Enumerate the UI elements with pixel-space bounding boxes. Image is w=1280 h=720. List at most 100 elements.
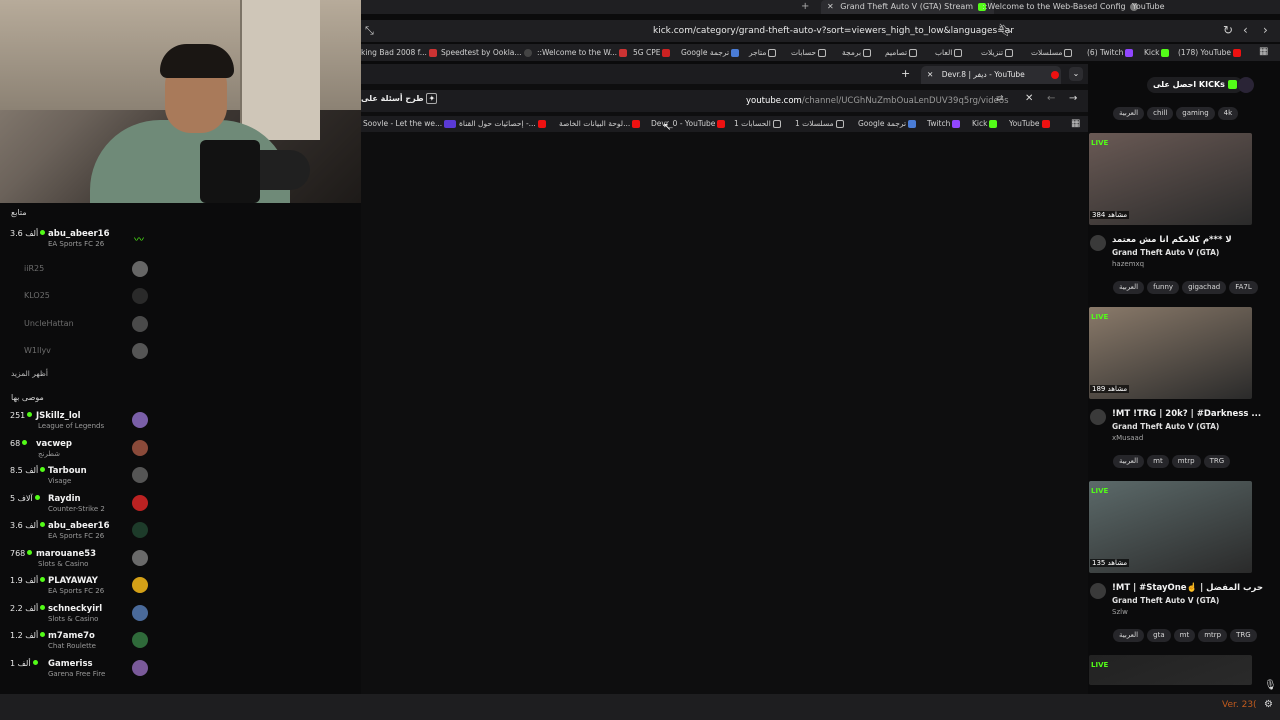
tab-youtube[interactable]: YouTube	[1126, 0, 1171, 14]
bookmark-folder[interactable]: الحسابات 1	[734, 116, 783, 132]
bookmark-item[interactable]: Kick	[1144, 44, 1171, 61]
tab-kick[interactable]: ✕ Grand Theft Auto V (GTA) Stream	[821, 0, 994, 14]
bookmark-item[interactable]: Google ترجمة	[858, 116, 918, 132]
avatar[interactable]	[1090, 583, 1106, 599]
stream-title[interactable]: !MT | #StayOne☝️ | حرب المفضل	[1112, 583, 1263, 593]
close-icon[interactable]: ✕	[1025, 93, 1033, 104]
url-text[interactable]: youtube.com/channel/UCGhNuZmbOuaLenDUV39…	[746, 90, 1009, 112]
bookmark-item[interactable]: إحصائيات حول القناة -...	[459, 116, 548, 132]
url-text[interactable]: kick.com/category/grand-theft-auto-v?sor…	[653, 20, 1014, 42]
bookmark-folder[interactable]: تنزيلات	[981, 44, 1015, 61]
bookmark-folder[interactable]: العاب	[935, 44, 964, 61]
apps-grid-icon[interactable]: ▦	[1071, 118, 1080, 129]
tab-config[interactable]: ::Welcome to the Web-Based Config	[976, 0, 1146, 14]
bookmark-item[interactable]: YouTube	[1009, 116, 1052, 132]
recommended-channel-row[interactable]: 1 ألف Gameriss Garena Free Fire	[0, 657, 150, 683]
tag[interactable]: العربية	[1113, 107, 1145, 120]
forward-arrow-icon[interactable]: →	[1069, 93, 1077, 104]
stream-title[interactable]: لا ***م كلامكم انا مش معتمد	[1112, 235, 1232, 245]
tag[interactable]: 4k	[1217, 107, 1239, 120]
recommended-channel-row[interactable]: 68 vacwep شطرنج	[0, 437, 150, 463]
close-icon[interactable]: ✕	[927, 70, 933, 79]
tag[interactable]: TRG	[1230, 629, 1257, 642]
bookmark-item[interactable]: (178) YouTube	[1178, 44, 1243, 61]
recommended-channel-row[interactable]: 251 JSkillz_lol League of Legends	[0, 409, 150, 435]
offline-channel-row[interactable]: iiR25	[0, 258, 150, 284]
bookmark-item[interactable]: king Bad 2008 f...	[361, 44, 439, 61]
bookmark-folder[interactable]: مسلسلات	[1031, 44, 1074, 61]
stream-title[interactable]: !MT !TRG | 20k? | #Darkness ...	[1112, 409, 1261, 419]
tag[interactable]: العربية	[1113, 455, 1145, 468]
back-arrow-icon[interactable]: ←	[1047, 93, 1055, 104]
ask-button[interactable]: طرح أسئلة على ✦	[361, 93, 438, 104]
bookmark-folder[interactable]: متاجر	[749, 44, 778, 61]
user-avatar[interactable]	[1238, 77, 1254, 93]
tag[interactable]: TRG	[1203, 455, 1231, 468]
bookmark-item[interactable]: Kick	[972, 116, 999, 132]
streamer-name[interactable]: Szlw	[1112, 608, 1128, 616]
recommended-channel-row[interactable]: 8.5 ألف Tarboun Visage	[0, 464, 150, 490]
bookmark-folder[interactable]: برمجة	[842, 44, 873, 61]
site-settings-icon[interactable]: ⇄	[996, 94, 1004, 104]
bookmark-folder[interactable]: مسلسلات 1	[795, 116, 846, 132]
bookmark-item[interactable]: Twitch	[927, 116, 962, 132]
address-bar[interactable]: ⤡ kick.com/category/grand-theft-auto-v?s…	[361, 20, 1280, 42]
settings-icon[interactable]: ⚙	[1264, 699, 1273, 710]
recommended-channel-row[interactable]: 3.6 ألف abu_abeer16 EA Sports FC 26	[0, 519, 150, 545]
tag[interactable]: gta	[1147, 629, 1171, 642]
bookmark-item[interactable]: 5G CPE	[633, 44, 672, 61]
tag[interactable]: mtrp	[1198, 629, 1228, 642]
tag[interactable]: mt	[1173, 629, 1196, 642]
tag[interactable]: mtrp	[1171, 455, 1201, 468]
bookmark-item[interactable]: لوحة البيانات الخاصة...	[559, 116, 642, 132]
tag[interactable]: chill	[1147, 107, 1174, 120]
stream-thumbnail[interactable]	[1089, 655, 1252, 685]
new-tab-icon[interactable]: +	[801, 0, 809, 14]
tag[interactable]: العربية	[1113, 629, 1145, 642]
tag[interactable]: FA7L	[1229, 281, 1258, 294]
streamer-name[interactable]: xMusaad	[1112, 434, 1143, 442]
bookmark-item[interactable]: Speedtest by Ookla...	[441, 44, 534, 61]
show-more-link[interactable]: أظهر المزيد	[11, 369, 48, 378]
reload-icon[interactable]: ↻	[1223, 23, 1233, 37]
offline-channel-row[interactable]: KLO25	[0, 285, 150, 311]
avatar[interactable]	[1090, 235, 1106, 251]
tag[interactable]: العربية	[1113, 281, 1145, 294]
followed-channel-row[interactable]: 3.6 ألف abu_abeer16 EA Sports FC 26 〰	[0, 227, 150, 253]
recommended-channel-row[interactable]: 1.2 ألف m7ame7o Chat Roulette	[0, 629, 150, 655]
cast-icon[interactable]: ⤡	[365, 24, 374, 38]
close-icon[interactable]: ✕	[827, 2, 834, 11]
microphone-icon[interactable]: 🎙︎	[1264, 680, 1277, 691]
back-icon[interactable]: ‹	[1243, 23, 1248, 37]
avatar[interactable]	[1090, 409, 1106, 425]
apps-grid-icon[interactable]: ▦	[1259, 46, 1268, 57]
recommended-channel-row[interactable]: 1.9 ألف PLAYAWAY EA Sports FC 26	[0, 574, 150, 600]
bookmark-item[interactable]: Google ترجمة	[681, 44, 741, 61]
bookmark-item[interactable]: ::Welcome to the W...	[537, 44, 629, 61]
tag[interactable]: funny	[1147, 281, 1180, 294]
stream-game[interactable]: Grand Theft Auto V (GTA)	[1112, 596, 1219, 605]
tab-youtube-channel[interactable]: ✕ Devr.8 | ديفر - YouTube	[921, 66, 1061, 84]
youtube-address-bar[interactable]: طرح أسئلة على ✦ youtube.com/channel/UCGh…	[361, 90, 1088, 112]
bookmark-item[interactable]: Soovle - Let the we...	[363, 116, 458, 132]
stream-game[interactable]: Grand Theft Auto V (GTA)	[1112, 422, 1219, 431]
tag[interactable]: mt	[1147, 455, 1169, 468]
tag[interactable]: gigachad	[1182, 281, 1227, 294]
tab-search-icon[interactable]: ⌄	[1069, 67, 1083, 81]
bookmark-folder[interactable]: تصاميم	[885, 44, 919, 61]
streamer-name[interactable]: hazemxq	[1112, 260, 1144, 268]
stream-game[interactable]: Grand Theft Auto V (GTA)	[1112, 248, 1219, 257]
recommended-channel-row[interactable]: 768 marouane53 Slots & Casino	[0, 547, 150, 573]
offline-channel-row[interactable]: UncleHattan	[0, 313, 150, 339]
viewer-count: 251	[10, 411, 34, 420]
recommended-channel-row[interactable]: 2.2 ألف schneckyirl Slots & Casino	[0, 602, 150, 628]
bookmark-item[interactable]: (6) Twitch	[1087, 44, 1135, 61]
tag[interactable]: gaming	[1176, 107, 1215, 120]
new-tab-icon[interactable]: +	[901, 67, 910, 80]
recommended-channel-row[interactable]: 5 آلاف Raydin Counter-Strike 2	[0, 492, 150, 518]
forward-icon[interactable]: ›	[1263, 23, 1268, 37]
offline-channel-row[interactable]: W1llyv	[0, 340, 150, 366]
get-kicks-button[interactable]: احصل على KICKs	[1147, 77, 1243, 93]
bookmark-icon[interactable]: 🔖︎	[998, 23, 1013, 37]
bookmark-folder[interactable]: حسابات	[791, 44, 828, 61]
